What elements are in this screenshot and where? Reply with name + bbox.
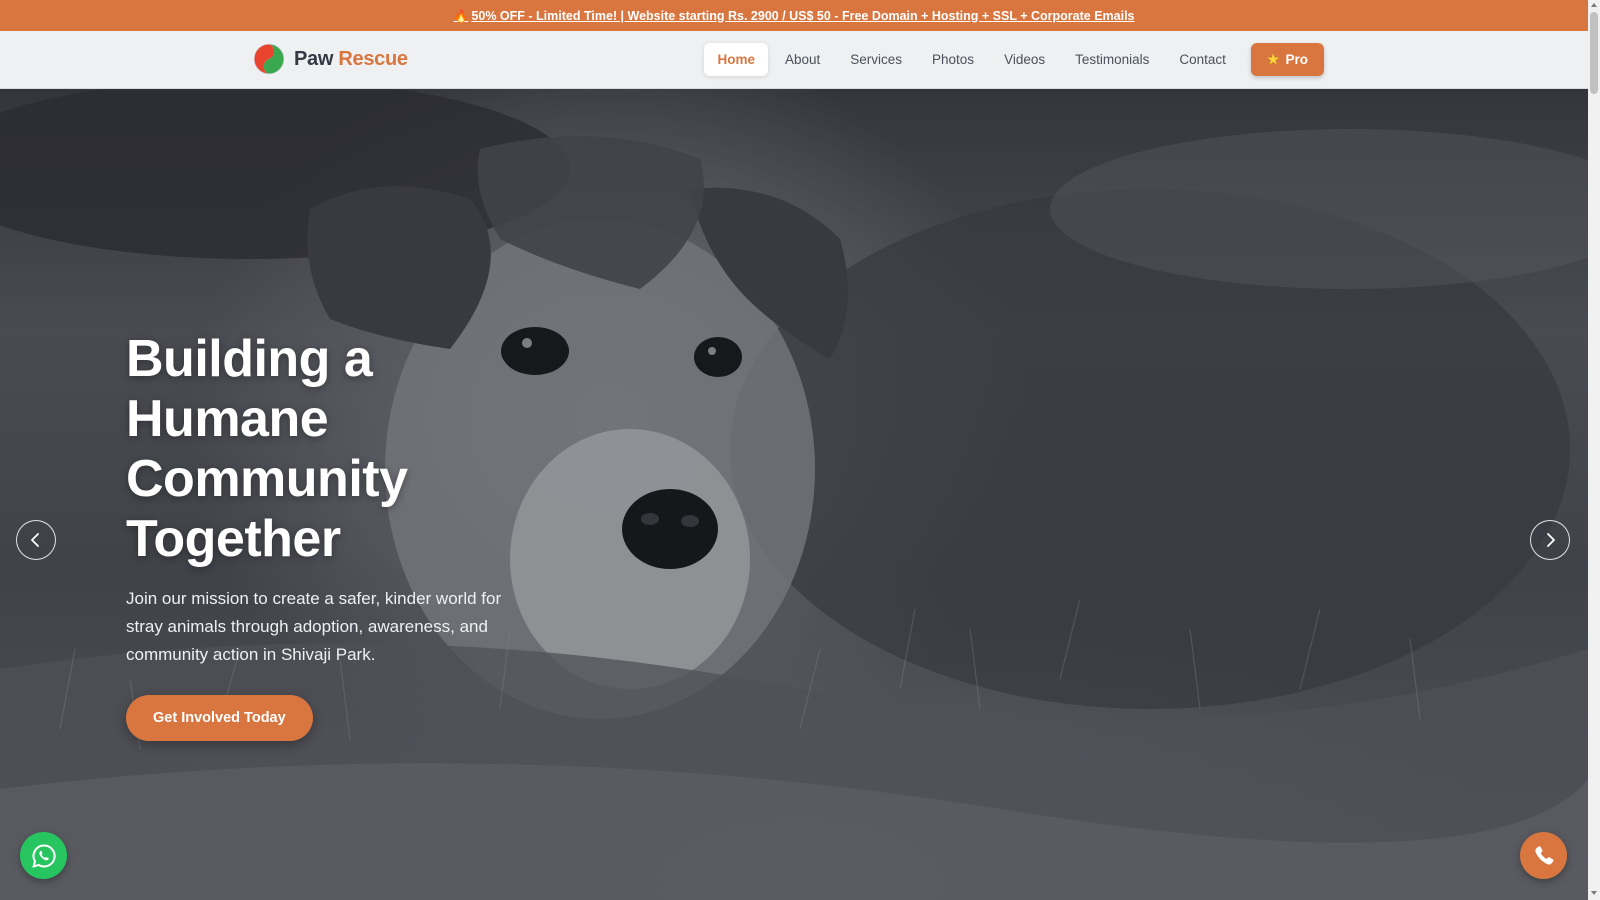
pro-label: Pro	[1285, 52, 1308, 67]
nav-services[interactable]: Services	[837, 43, 915, 76]
navbar: Paw Rescue Home About Services Photos Vi…	[0, 31, 1588, 89]
promo-bar: 🔥 50% OFF - Limited Time! | Website star…	[0, 0, 1588, 31]
carousel-prev-button[interactable]	[16, 520, 56, 560]
nav-contact[interactable]: Contact	[1166, 43, 1239, 76]
hero-title-line: Community	[126, 450, 408, 508]
hero-title-line: Building a	[126, 330, 373, 388]
whatsapp-button[interactable]	[20, 832, 67, 879]
chevron-right-icon	[1547, 533, 1555, 547]
hero-title-line: Humane	[126, 390, 329, 448]
hero-slide: Building a Humane Community Together Joi…	[0, 89, 1588, 900]
call-button[interactable]	[1520, 832, 1567, 879]
hero-title-line: Together	[126, 510, 341, 568]
paw-rescue-logo-icon	[253, 43, 285, 75]
nav-photos[interactable]: Photos	[919, 43, 987, 76]
page-scrollbar[interactable]	[1588, 0, 1600, 900]
carousel-next-button[interactable]	[1530, 520, 1570, 560]
promo-text: 50% OFF - Limited Time! | Website starti…	[471, 8, 1135, 23]
scroll-up-arrow-icon[interactable]	[1591, 3, 1597, 7]
hero-subtitle: Join our mission to create a safer, kind…	[126, 589, 502, 664]
pro-button[interactable]: ★ Pro	[1250, 43, 1324, 76]
hero-content: Building a Humane Community Together Joi…	[126, 329, 546, 741]
whatsapp-icon	[31, 843, 56, 868]
brand-name-part1: Paw	[294, 47, 334, 70]
brand-name: Paw Rescue	[294, 48, 408, 71]
star-icon: ★	[1266, 51, 1280, 67]
brand-name-part2: Rescue	[338, 47, 408, 70]
flame-icon: 🔥	[453, 8, 469, 23]
phone-icon	[1534, 845, 1553, 865]
hero-title: Building a Humane Community Together	[126, 329, 546, 569]
scroll-down-arrow-icon[interactable]	[1591, 891, 1597, 895]
nav-videos[interactable]: Videos	[991, 43, 1058, 76]
brand[interactable]: Paw Rescue	[252, 42, 408, 76]
get-involved-button[interactable]: Get Involved Today	[126, 695, 313, 741]
nav-home[interactable]: Home	[704, 43, 768, 76]
nav-menu: Home About Services Photos Videos Testim…	[704, 43, 1324, 76]
nav-about[interactable]: About	[772, 43, 833, 76]
promo-link[interactable]: 🔥 50% OFF - Limited Time! | Website star…	[453, 9, 1134, 23]
nav-testimonials[interactable]: Testimonials	[1062, 43, 1162, 76]
scrollbar-thumb[interactable]	[1590, 12, 1598, 94]
chevron-left-icon	[31, 533, 39, 547]
